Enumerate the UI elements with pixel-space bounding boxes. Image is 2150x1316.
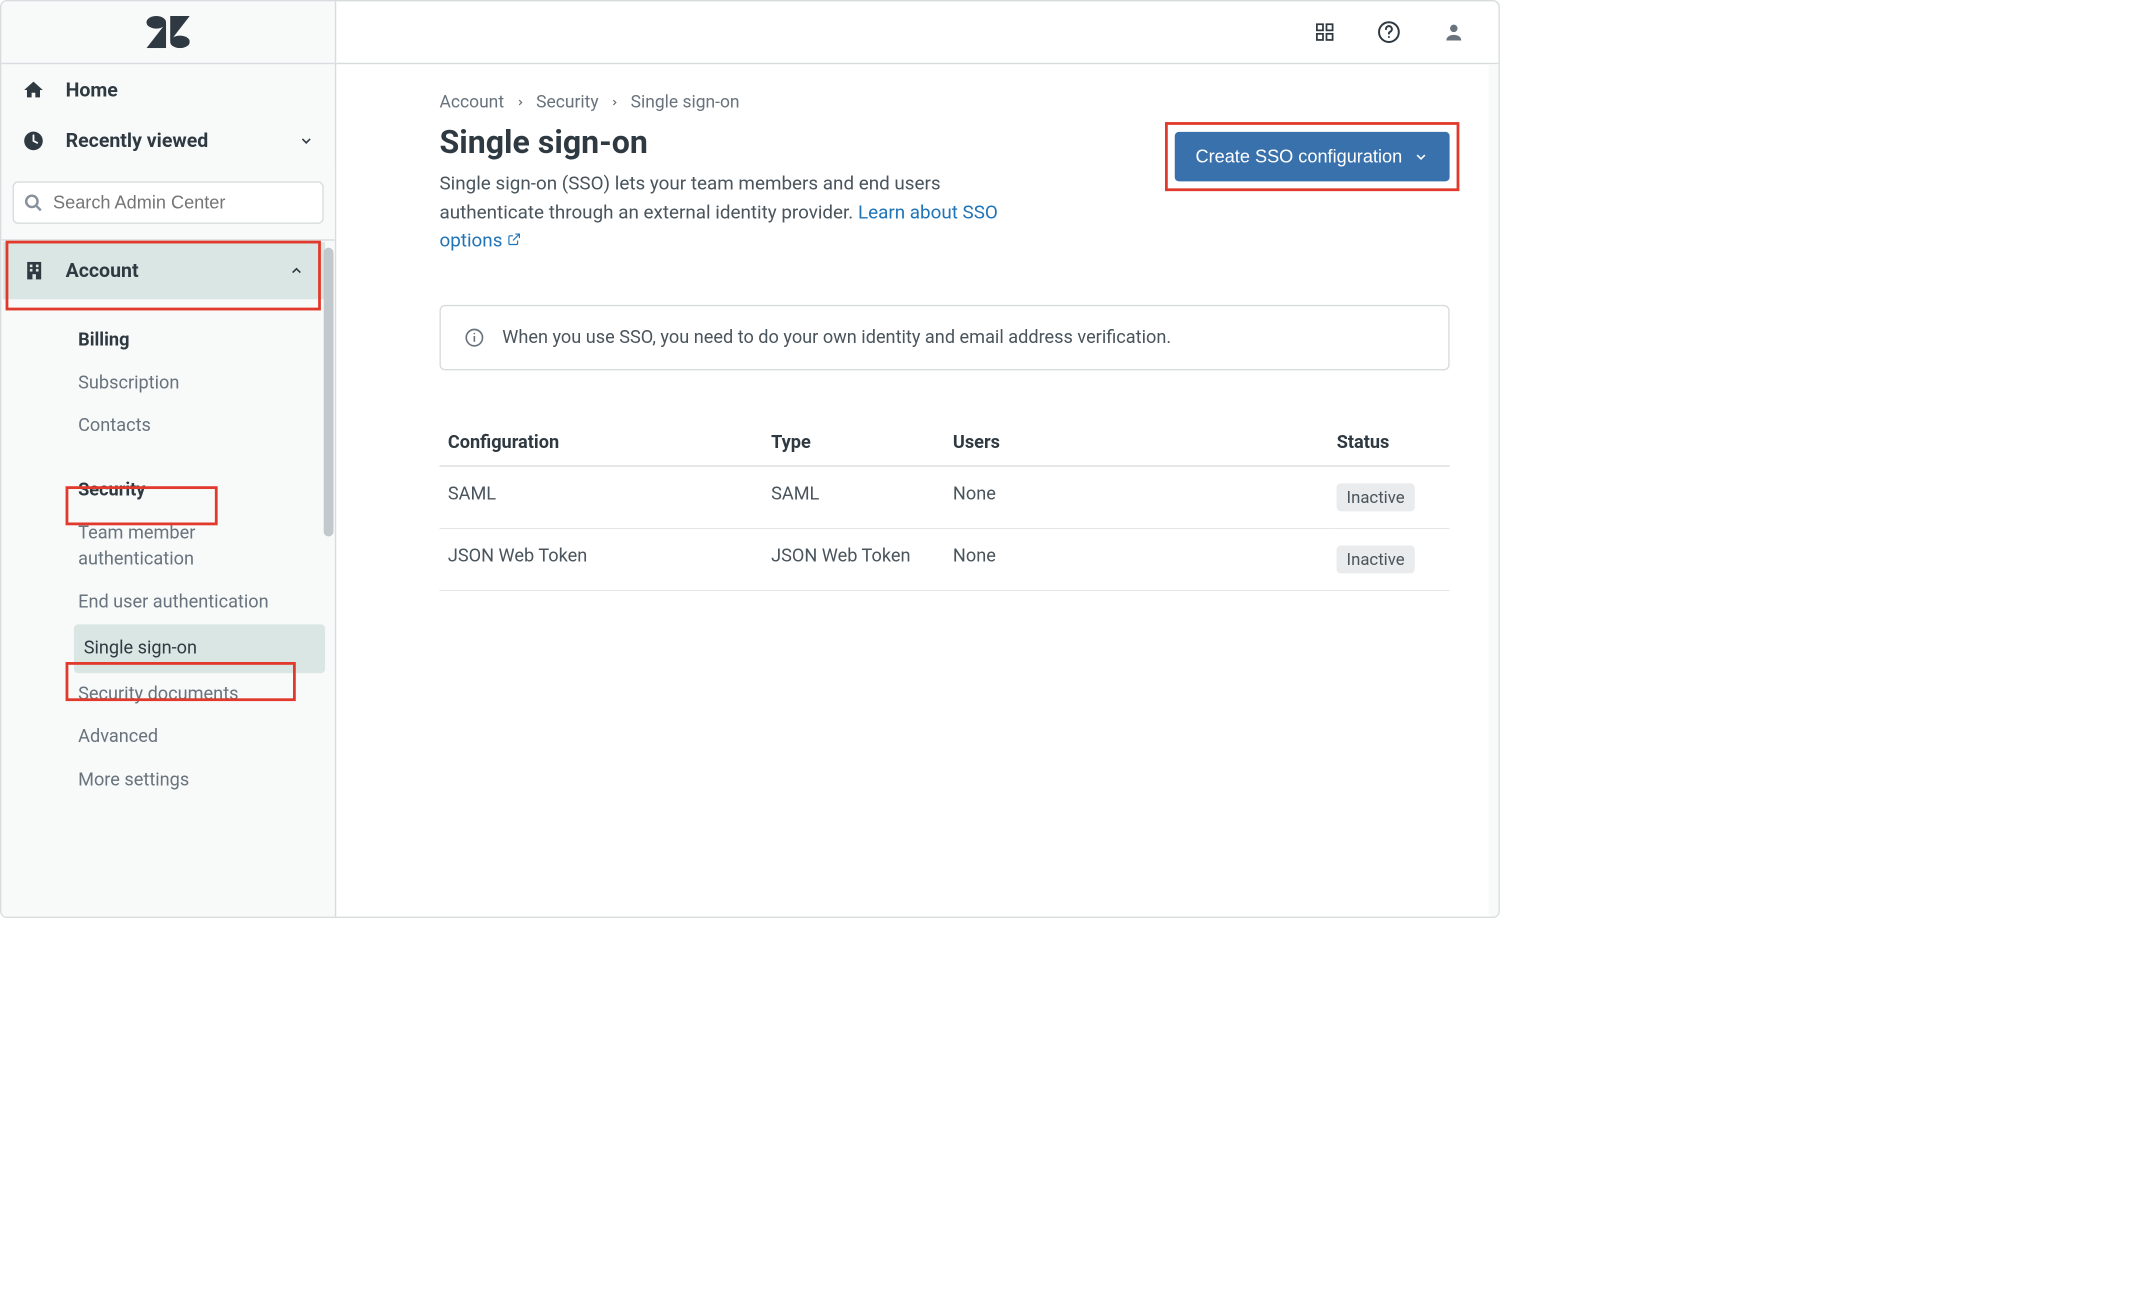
cell-users: None [945,528,1329,590]
info-alert: When you use SSO, you need to do your ow… [439,305,1449,371]
page-content: Account Security Single sign-on Single s… [336,64,1498,916]
sidebar: Home Recently viewed [1,1,336,916]
page-title: Single sign-on [439,123,1146,161]
info-text: When you use SSO, you need to do your ow… [502,327,1171,348]
info-icon [465,328,485,348]
sidebar-item-security-documents[interactable]: Security documents [1,673,334,716]
search-input[interactable] [13,181,324,224]
breadcrumb: Account Security Single sign-on [439,92,1449,112]
apps-grid-icon[interactable] [1314,22,1335,43]
table-row[interactable]: SAMLSAMLNoneInactive [439,466,1449,528]
page-description: Single sign-on (SSO) lets your team memb… [439,170,1025,255]
sso-config-table: Configuration Type Users Status SAMLSAML… [439,419,1449,591]
create-sso-button[interactable]: Create SSO configuration [1175,132,1450,182]
sidebar-item-recently-viewed[interactable]: Recently viewed [1,115,334,166]
table-header-users: Users [945,419,1329,466]
sidebar-item-advanced[interactable]: Advanced [1,716,334,759]
building-icon [24,260,45,281]
sidebar-item-contacts[interactable]: Contacts [1,405,334,448]
search-field[interactable] [52,191,313,214]
button-label: Create SSO configuration [1195,146,1402,168]
sidebar-item-team-member-authentication[interactable]: Team member authentication [1,512,334,581]
sidebar-item-single-sign-on[interactable]: Single sign-on [74,624,325,673]
cell-status: Inactive [1328,528,1449,590]
breadcrumb-item[interactable]: Security [536,92,598,112]
chevron-down-icon [299,133,314,148]
sidebar-item-end-user-authentication[interactable]: End user authentication [1,581,334,624]
scrollbar-thumb[interactable] [324,248,334,537]
zendesk-logo-icon [146,16,189,48]
table-header-type: Type [763,419,945,466]
profile-icon[interactable] [1443,21,1465,43]
status-badge: Inactive [1337,483,1415,511]
sidebar-scroll-area: Account BillingSubscriptionContacts Secur… [1,241,334,917]
table-row[interactable]: JSON Web TokenJSON Web TokenNoneInactive [439,528,1449,590]
chevron-up-icon [289,263,304,278]
cell-type: JSON Web Token [763,528,945,590]
sidebar-item-label: Single sign-on [80,633,202,665]
table-header-configuration: Configuration [439,419,762,466]
table-header-status: Status [1328,419,1449,466]
sidebar-item-more-settings[interactable]: More settings [1,759,334,802]
sidebar-item-label: Home [66,78,118,101]
help-icon[interactable] [1377,20,1401,44]
chevron-right-icon [515,97,525,107]
sidebar-item-home[interactable]: Home [1,64,334,115]
sidebar-item-subscription[interactable]: Subscription [1,362,334,405]
sidebar-item-label: Recently viewed [66,129,209,152]
chevron-right-icon [610,97,620,107]
topbar [336,1,1498,64]
sidebar-item-security[interactable]: Security [1,469,334,512]
cell-config: SAML [439,466,762,528]
chevron-down-icon [1413,149,1428,164]
external-link-icon [507,232,521,246]
breadcrumb-item: Single sign-on [631,92,740,112]
sidebar-section-label: Account [66,259,139,282]
sidebar-item-billing[interactable]: Billing [1,319,334,362]
breadcrumb-item[interactable]: Account [439,92,504,112]
clock-icon [22,129,44,151]
status-badge: Inactive [1337,545,1415,573]
search-icon [24,193,44,213]
cell-config: JSON Web Token [439,528,762,590]
cell-users: None [945,466,1329,528]
home-icon [22,78,44,100]
cell-type: SAML [763,466,945,528]
cell-status: Inactive [1328,466,1449,528]
sidebar-section-account[interactable]: Account [3,242,325,299]
